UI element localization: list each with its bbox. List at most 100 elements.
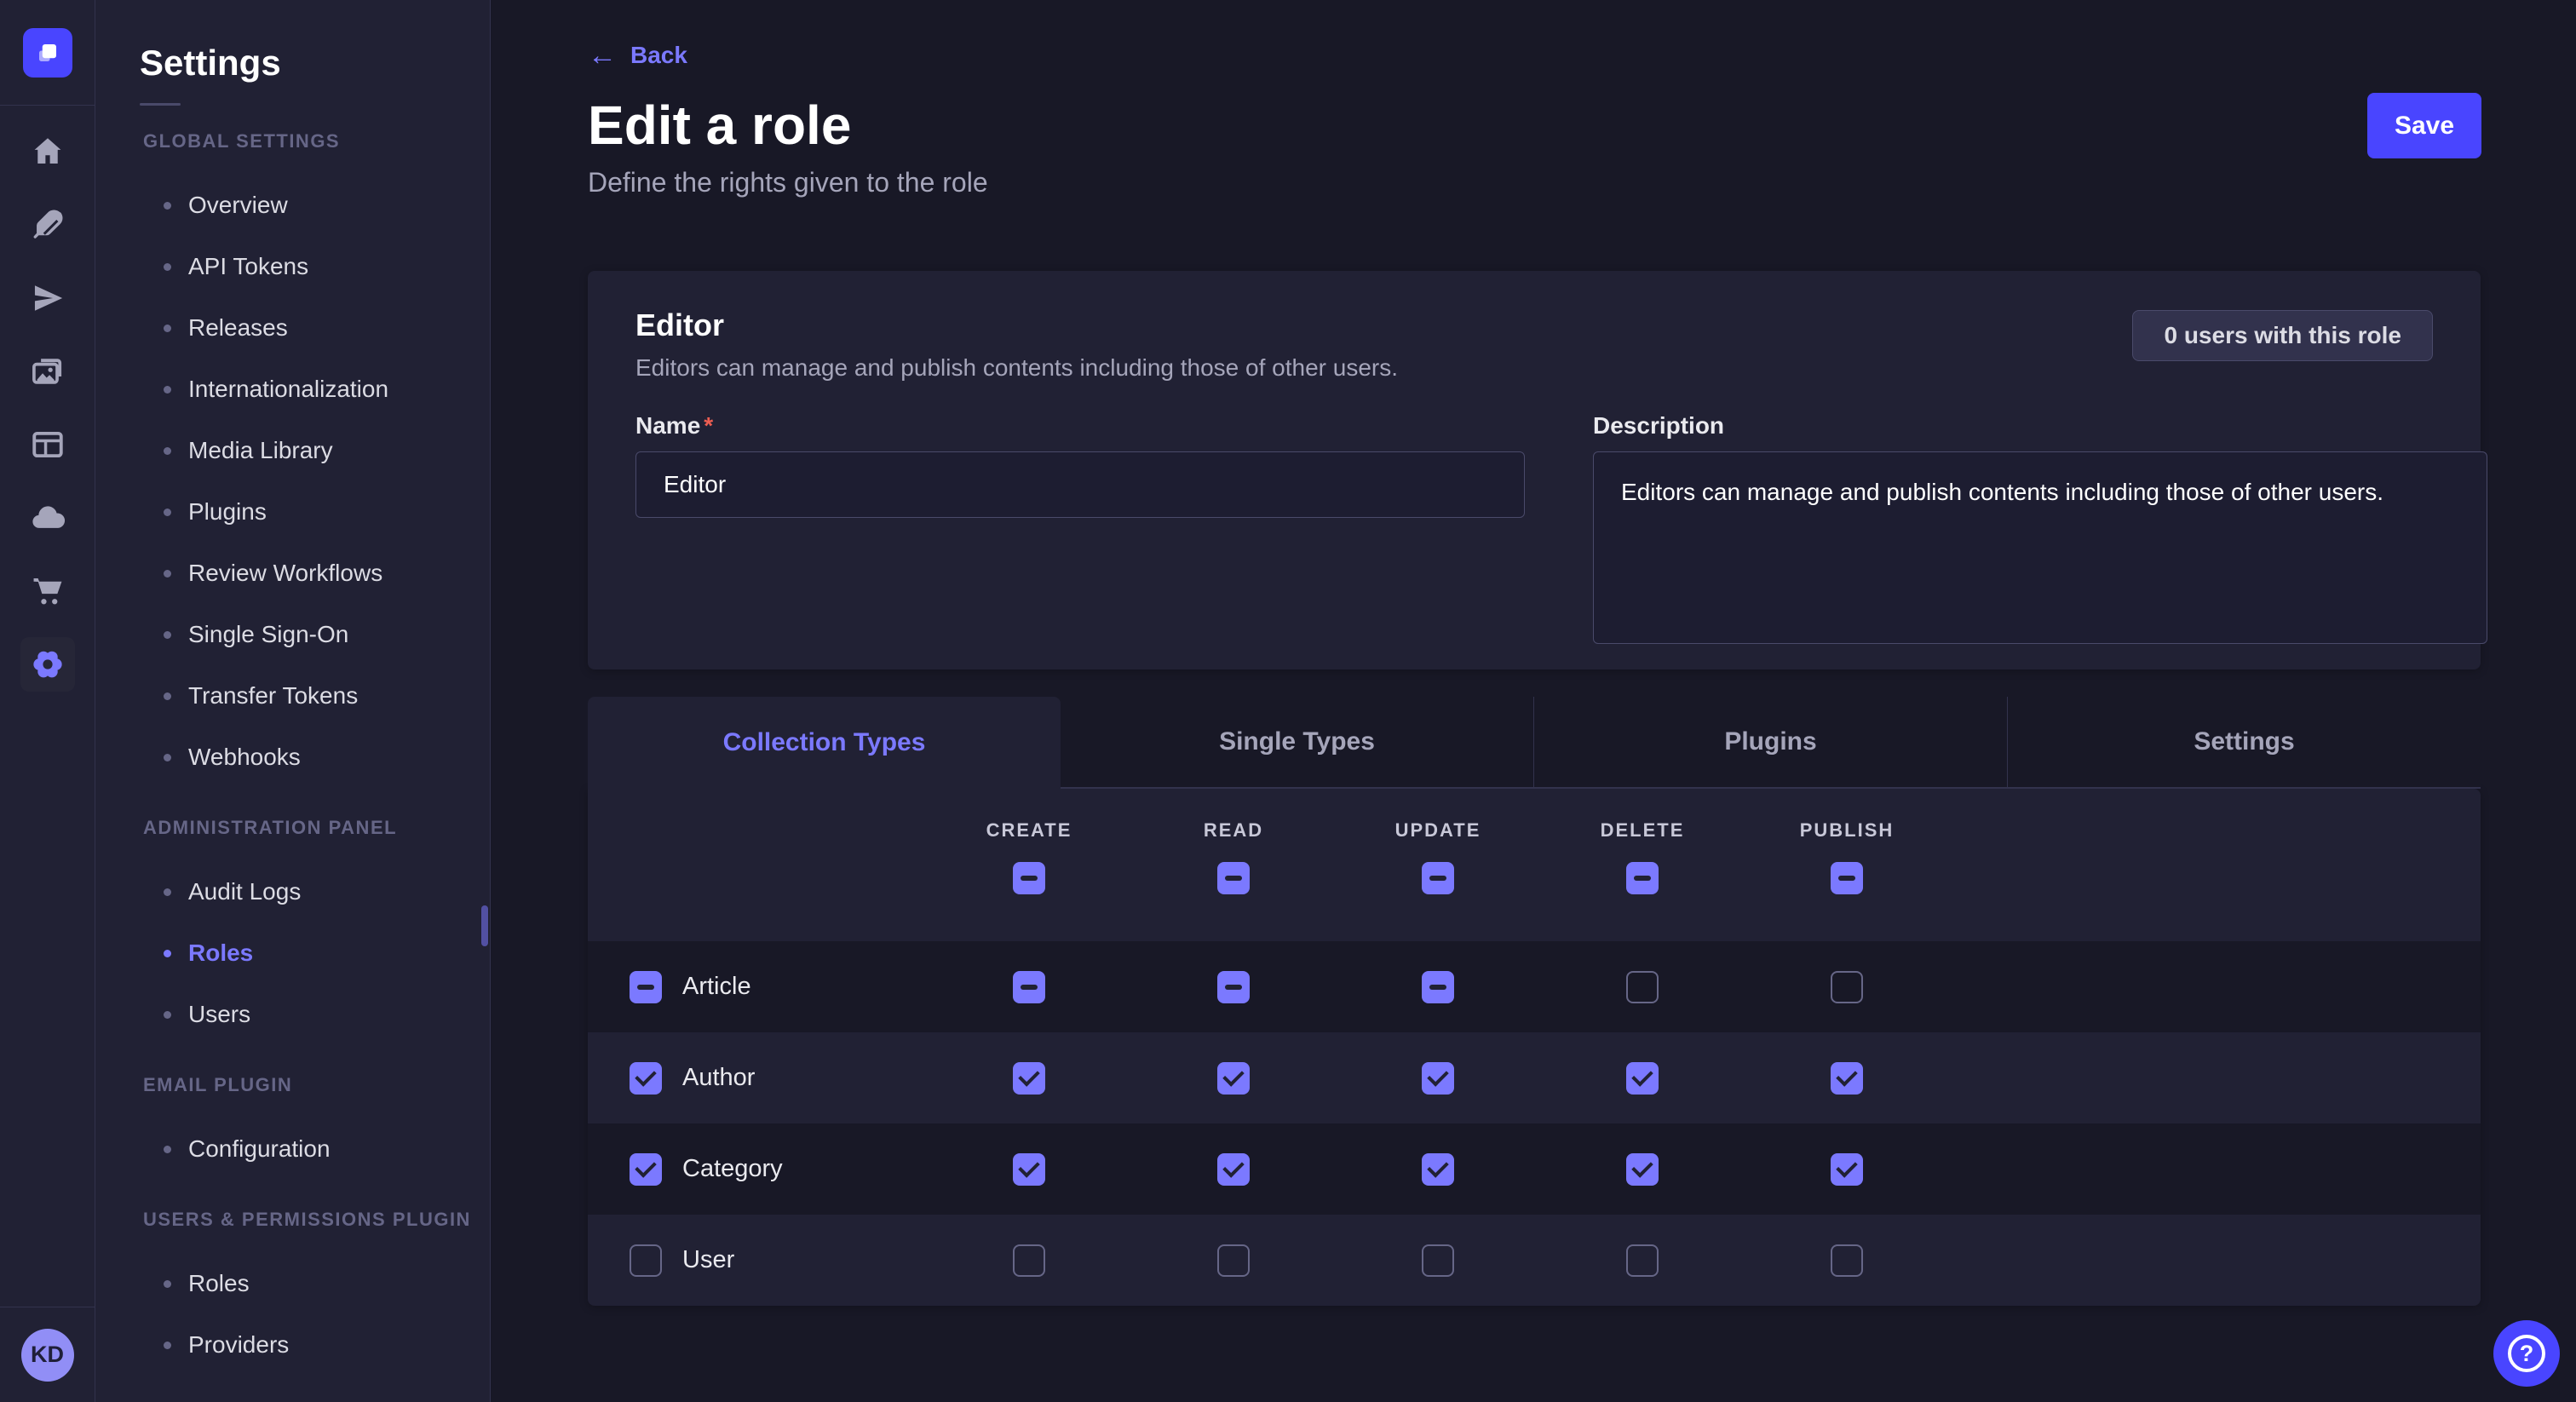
media-library-rail-button[interactable] bbox=[20, 344, 75, 399]
permission-cell bbox=[1745, 1062, 1949, 1095]
bullet-icon bbox=[164, 888, 171, 896]
subnav-section: ADMINISTRATION PANEL Audit LogsRoles Users bbox=[95, 815, 490, 1045]
subnav-item-webhooks[interactable]: Webhooks bbox=[95, 727, 490, 788]
settings-rail-button[interactable] bbox=[20, 637, 75, 692]
subnav-item-internationalization[interactable]: Internationalization bbox=[95, 359, 490, 420]
column-header-label: UPDATE bbox=[1395, 819, 1481, 842]
checkbox-user-publish[interactable] bbox=[1831, 1244, 1863, 1277]
subnav-item-media-library[interactable]: Media Library bbox=[95, 420, 490, 481]
subnav-section-heading: GLOBAL SETTINGS bbox=[95, 129, 490, 154]
checkbox-article-read[interactable] bbox=[1217, 971, 1250, 1003]
subnav-item-overview[interactable]: Overview bbox=[95, 175, 490, 236]
checkbox-article-update[interactable] bbox=[1422, 971, 1454, 1003]
master-checkbox-cell bbox=[1336, 862, 1540, 894]
subnav-item-label: Single Sign-On bbox=[188, 621, 348, 648]
checkbox-category-read[interactable] bbox=[1217, 1153, 1250, 1186]
users-with-role-button[interactable]: 0 users with this role bbox=[2132, 310, 2433, 361]
subnav-item-api-tokens[interactable]: API Tokens bbox=[95, 236, 490, 297]
subnav-section-heading: ADMINISTRATION PANEL bbox=[95, 815, 490, 841]
row-checkbox-category[interactable] bbox=[630, 1153, 662, 1186]
subnav-item-transfer-tokens[interactable]: Transfer Tokens bbox=[95, 665, 490, 727]
checkbox-user-update[interactable] bbox=[1422, 1244, 1454, 1277]
page-title: Edit a role bbox=[588, 94, 851, 157]
help-button[interactable]: ? bbox=[2493, 1320, 2560, 1387]
permissions-row-category: Category bbox=[588, 1123, 2481, 1215]
subnav-section-items: Audit LogsRoles Users bbox=[95, 861, 490, 1045]
tab-plugins[interactable]: Plugins bbox=[1533, 697, 2007, 789]
role-description-textarea[interactable]: Editors can manage and publish contents … bbox=[1593, 451, 2487, 644]
strapi-logo[interactable] bbox=[23, 28, 72, 78]
master-checkbox-cell bbox=[1540, 862, 1745, 894]
role-card-titles: Editor Editors can manage and publish co… bbox=[635, 305, 1398, 382]
marketplace-rail-button[interactable] bbox=[20, 564, 75, 618]
description-field: Description Editors can manage and publi… bbox=[1593, 412, 2487, 644]
icon-rail: KD bbox=[0, 0, 95, 1402]
checkbox-user-create[interactable] bbox=[1013, 1244, 1045, 1277]
tab-single-types[interactable]: Single Types bbox=[1061, 697, 1533, 789]
checkbox-category-delete[interactable] bbox=[1626, 1153, 1659, 1186]
subnav-item-single-sign-on[interactable]: Single Sign-On bbox=[95, 604, 490, 665]
column-header-cell: UPDATE bbox=[1336, 819, 1540, 842]
master-checkbox-delete[interactable] bbox=[1626, 862, 1659, 894]
role-summary: Editors can manage and publish contents … bbox=[635, 354, 1398, 382]
checkbox-category-create[interactable] bbox=[1013, 1153, 1045, 1186]
checkbox-user-read[interactable] bbox=[1217, 1244, 1250, 1277]
subnav-item-label: Internationalization bbox=[188, 376, 388, 403]
subnav-scrollbar-thumb[interactable] bbox=[481, 905, 488, 946]
checkbox-article-delete[interactable] bbox=[1626, 971, 1659, 1003]
subnav-item-providers[interactable]: Providers bbox=[95, 1314, 490, 1376]
subnav-item-label: Users bbox=[188, 1001, 250, 1028]
subnav-item-roles[interactable]: Roles bbox=[95, 1253, 490, 1314]
checkbox-article-publish[interactable] bbox=[1831, 971, 1863, 1003]
subnav-item-review-workflows[interactable]: Review Workflows bbox=[95, 543, 490, 604]
master-checkbox-create[interactable] bbox=[1013, 862, 1045, 894]
tab-collection-types[interactable]: Collection Types bbox=[588, 697, 1061, 789]
row-checkbox-user[interactable] bbox=[630, 1244, 662, 1277]
permission-cell bbox=[1540, 1244, 1745, 1277]
permission-cell bbox=[1745, 971, 1949, 1003]
permission-cell bbox=[1336, 1244, 1540, 1277]
role-name-input[interactable] bbox=[635, 451, 1525, 518]
checkbox-article-create[interactable] bbox=[1013, 971, 1045, 1003]
home-rail-button[interactable] bbox=[20, 124, 75, 179]
checkbox-author-update[interactable] bbox=[1422, 1062, 1454, 1095]
subnav-item-releases[interactable]: Releases bbox=[95, 297, 490, 359]
back-link[interactable]: ← Back bbox=[588, 41, 687, 70]
bullet-icon bbox=[164, 386, 171, 394]
subnav-section-items: RolesProviders bbox=[95, 1253, 490, 1376]
bullet-icon bbox=[164, 263, 171, 271]
page-subtitle: Define the rights given to the role bbox=[588, 167, 988, 198]
deploy-icon bbox=[30, 280, 66, 316]
subnav-section: EMAIL PLUGINConfiguration bbox=[95, 1072, 490, 1180]
cloud-rail-button[interactable] bbox=[20, 491, 75, 545]
column-header-label: PUBLISH bbox=[1800, 819, 1895, 842]
save-button[interactable]: Save bbox=[2367, 93, 2481, 158]
subnav-item-audit-logs[interactable]: Audit Logs bbox=[95, 861, 490, 922]
checkbox-category-publish[interactable] bbox=[1831, 1153, 1863, 1186]
row-checkbox-author[interactable] bbox=[630, 1062, 662, 1095]
subnav-item-roles[interactable]: Roles bbox=[95, 922, 490, 984]
master-checkbox-read[interactable] bbox=[1217, 862, 1250, 894]
master-checkbox-publish[interactable] bbox=[1831, 862, 1863, 894]
subnav-item-users[interactable]: Users bbox=[95, 984, 490, 1045]
subnav-item-configuration[interactable]: Configuration bbox=[95, 1118, 490, 1180]
row-name-cell: Category bbox=[588, 1153, 927, 1186]
user-avatar[interactable]: KD bbox=[21, 1329, 74, 1382]
checkbox-author-delete[interactable] bbox=[1626, 1062, 1659, 1095]
checkbox-author-publish[interactable] bbox=[1831, 1062, 1863, 1095]
checkbox-author-read[interactable] bbox=[1217, 1062, 1250, 1095]
content-manager-rail-button[interactable] bbox=[20, 417, 75, 472]
column-header-label: CREATE bbox=[986, 819, 1072, 842]
row-checkbox-article[interactable] bbox=[630, 971, 662, 1003]
checkbox-author-create[interactable] bbox=[1013, 1062, 1045, 1095]
subnav-item-plugins[interactable]: Plugins bbox=[95, 481, 490, 543]
row-name-cell: Article bbox=[588, 971, 927, 1003]
strapi-logo-icon bbox=[31, 36, 65, 70]
content-type-builder-rail-button[interactable] bbox=[20, 198, 75, 252]
cloud-icon bbox=[30, 500, 66, 536]
master-checkbox-update[interactable] bbox=[1422, 862, 1454, 894]
tab-settings[interactable]: Settings bbox=[2007, 697, 2481, 789]
checkbox-user-delete[interactable] bbox=[1626, 1244, 1659, 1277]
checkbox-category-update[interactable] bbox=[1422, 1153, 1454, 1186]
deploy-rail-button[interactable] bbox=[20, 271, 75, 325]
